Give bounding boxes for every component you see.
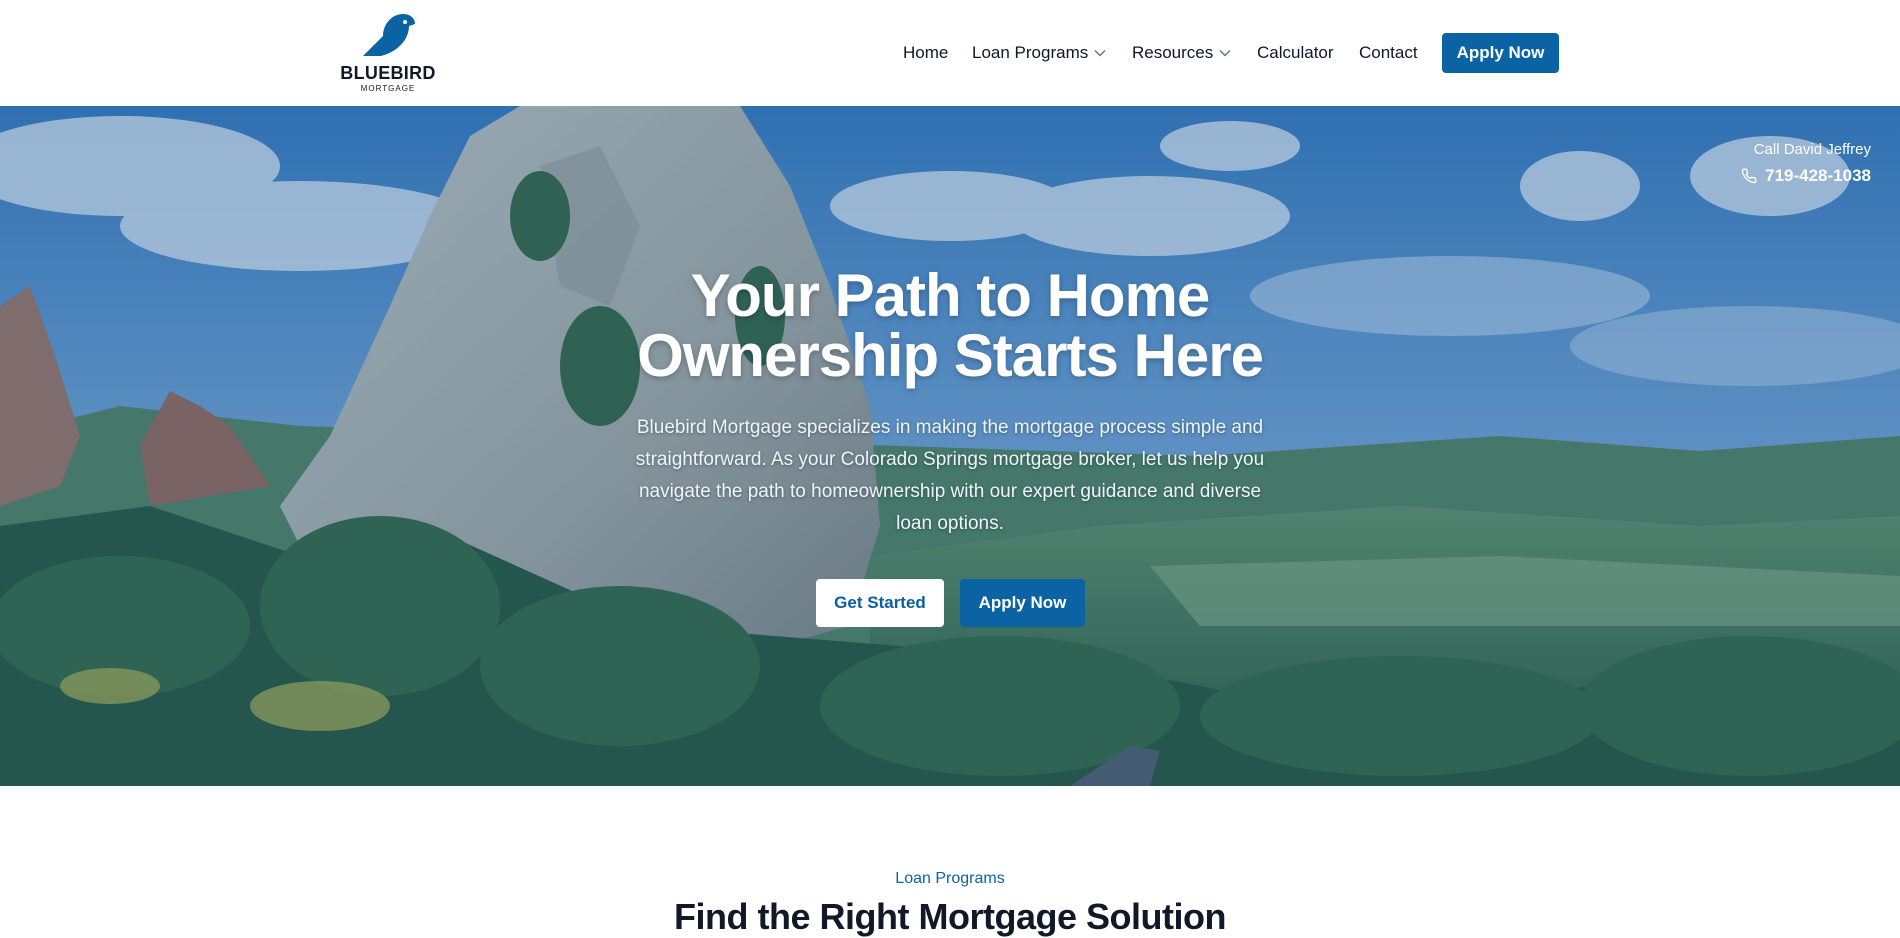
nav-loan-programs-label: Loan Programs — [972, 43, 1089, 62]
hero-section: Call David Jeffrey 719-428-1038 Your Pat… — [0, 106, 1900, 786]
phone-link[interactable]: 719-428-1038 — [1741, 166, 1871, 186]
section-title: Find the Right Mortgage Solution — [674, 896, 1226, 937]
nav-calculator-label: Calculator — [1257, 43, 1334, 62]
get-started-button[interactable]: Get Started — [816, 579, 944, 627]
nav-resources-label: Resources — [1132, 43, 1214, 62]
nav-contact-label: Contact — [1359, 43, 1418, 62]
nav-resources[interactable]: Resources — [1132, 33, 1231, 73]
nav-loan-programs[interactable]: Loan Programs — [972, 33, 1106, 73]
brand-subtitle: MORTGAGE — [360, 84, 416, 93]
chevron-down-icon — [1219, 49, 1231, 57]
call-info: Call David Jeffrey 719-428-1038 — [1741, 141, 1871, 186]
nav-calculator[interactable]: Calculator — [1257, 33, 1334, 73]
phone-number: 719-428-1038 — [1765, 166, 1871, 185]
apply-now-hero-button[interactable]: Apply Now — [960, 579, 1085, 627]
bluebird-logo-icon — [363, 14, 415, 56]
hero-title: Your Path to Home Ownership Starts Here — [637, 262, 1264, 389]
apply-now-nav-button[interactable]: Apply Now — [1442, 33, 1559, 73]
site-header: BLUEBIRD MORTGAGE Home Loan Programs Res… — [0, 0, 1900, 106]
brand-name: BLUEBIRD — [340, 63, 436, 83]
section-eyebrow: Loan Programs — [895, 870, 1005, 887]
nav-home-label: Home — [903, 43, 949, 62]
phone-icon — [1741, 168, 1757, 184]
nav-home[interactable]: Home — [903, 33, 948, 73]
hero-description: Bluebird Mortgage specializes in making … — [635, 417, 1265, 534]
chevron-down-icon — [1094, 49, 1106, 57]
brand-logo[interactable]: BLUEBIRD MORTGAGE — [340, 12, 436, 94]
call-label: Call David Jeffrey — [1753, 141, 1871, 158]
nav-contact[interactable]: Contact — [1359, 33, 1418, 73]
